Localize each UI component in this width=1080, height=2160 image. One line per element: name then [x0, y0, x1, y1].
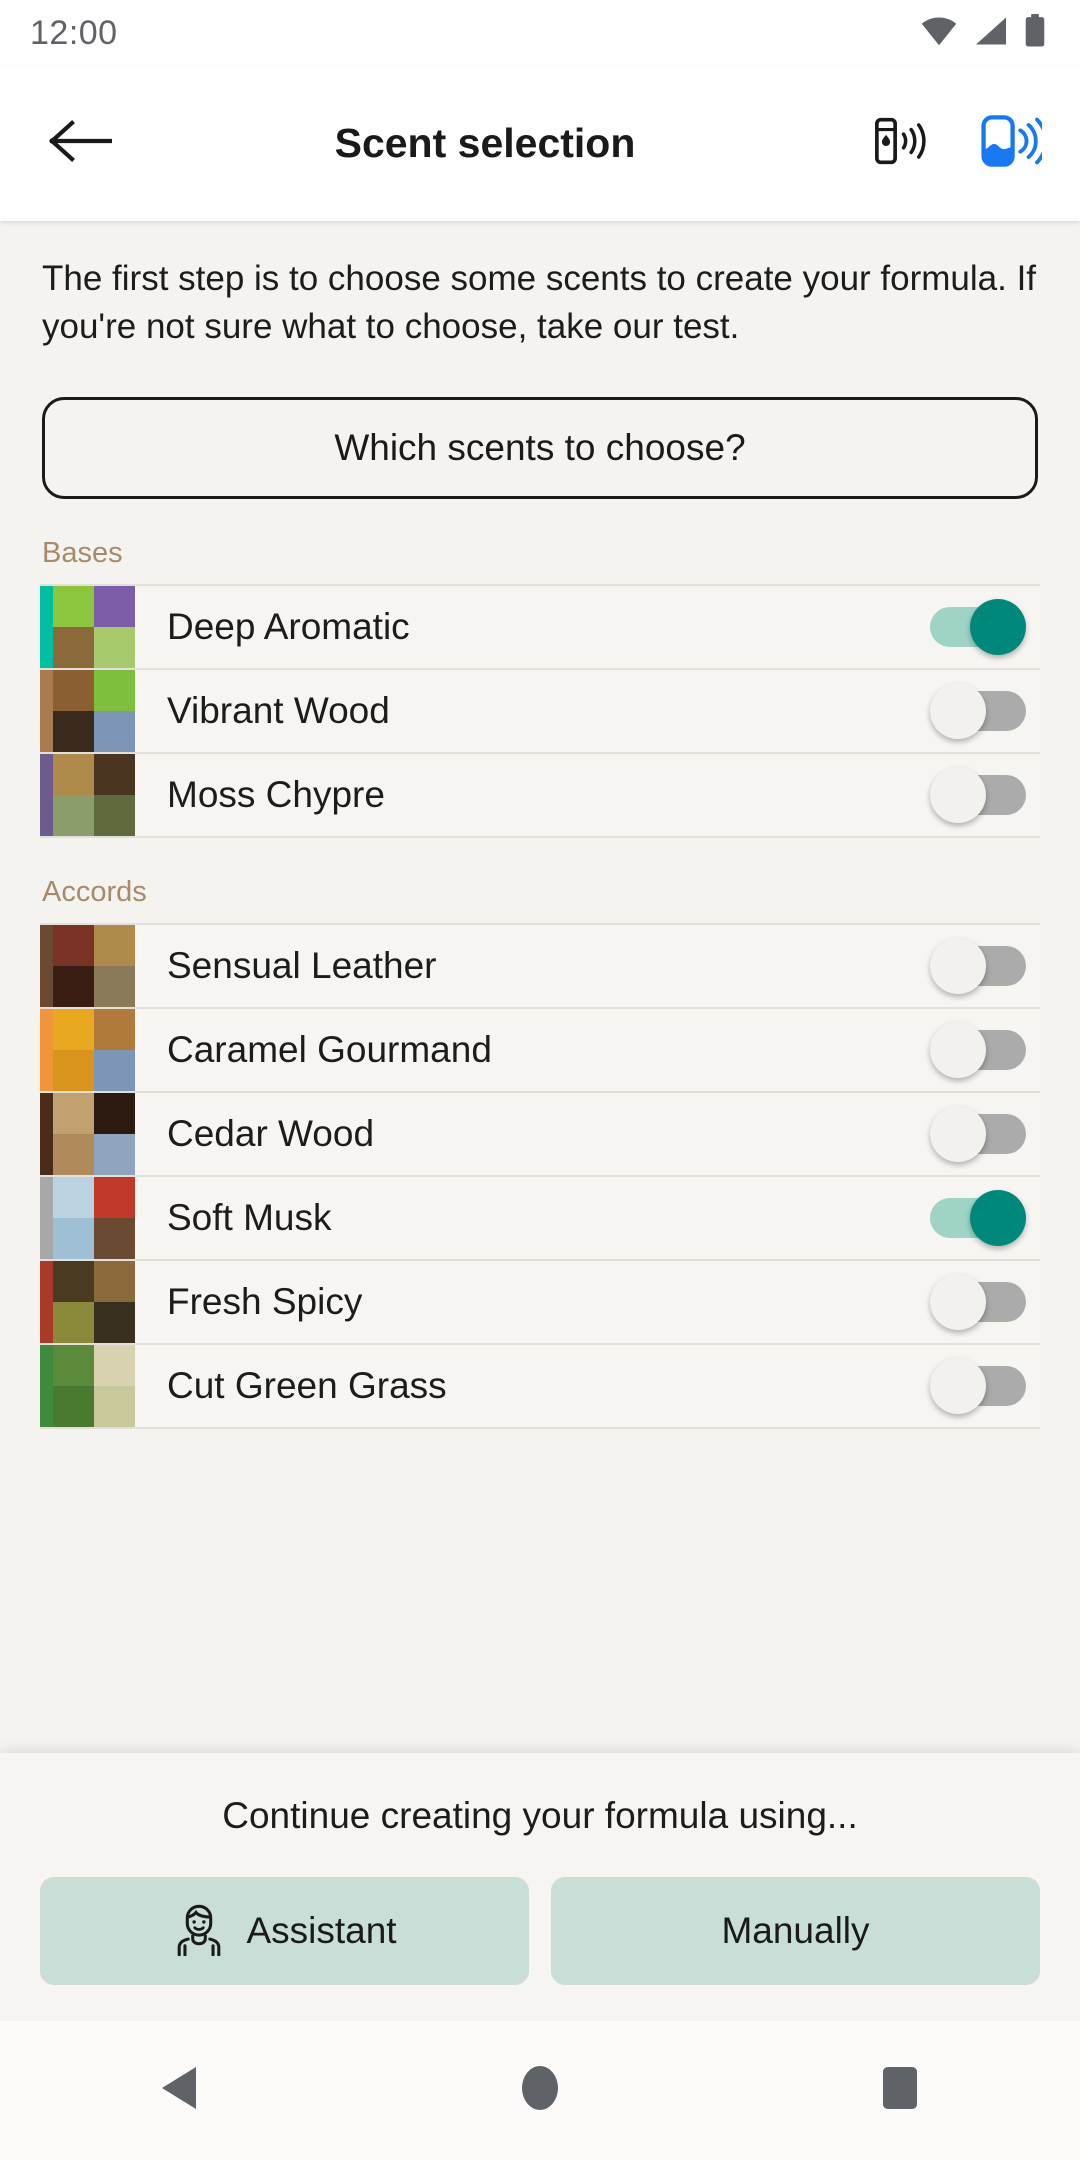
manually-button[interactable]: Manually — [551, 1877, 1040, 1985]
scent-name: Vibrant Wood — [167, 690, 390, 732]
scent-toggle[interactable] — [930, 1358, 1026, 1415]
scent-name: Cedar Wood — [167, 1113, 375, 1155]
status-icons — [920, 13, 1046, 53]
scent-thumbnail — [53, 1093, 135, 1176]
back-button[interactable] — [40, 104, 120, 184]
which-scents-button[interactable]: Which scents to choose? — [42, 397, 1038, 500]
assistant-button-label: Assistant — [246, 1910, 397, 1951]
scent-row[interactable]: Sensual Leather — [40, 923, 1040, 1010]
recents-nav-icon — [881, 2065, 919, 2116]
scent-row[interactable]: Vibrant Wood — [40, 668, 1040, 755]
scent-name: Caramel Gourmand — [167, 1029, 492, 1071]
assistant-person-icon — [172, 1898, 226, 1965]
accent-bar — [40, 1261, 53, 1344]
nav-back-button[interactable] — [120, 2031, 240, 2151]
scent-thumbnail — [53, 754, 135, 837]
scent-name: Sensual Leather — [167, 945, 437, 987]
scent-thumbnail — [53, 1177, 135, 1260]
scent-list-accords: Sensual Leather Caramel Gourmand Cedar W… — [0, 923, 1080, 1430]
app-bar: Scent selection — [0, 66, 1080, 221]
scent-toggle[interactable] — [930, 1022, 1026, 1079]
scent-name: Deep Aromatic — [167, 606, 410, 648]
android-nav-bar — [0, 2021, 1080, 2160]
scent-row[interactable]: Caramel Gourmand — [40, 1007, 1040, 1094]
scent-name: Cut Green Grass — [167, 1365, 447, 1407]
status-bar: 12:00 — [0, 0, 1080, 66]
bottom-sheet-title: Continue creating your formula using... — [222, 1795, 858, 1836]
back-arrow-icon — [48, 117, 113, 170]
section-label-bases: Bases — [42, 537, 123, 570]
scent-toggle[interactable] — [930, 1190, 1026, 1247]
nav-home-button[interactable] — [480, 2031, 600, 2151]
scent-device-connected-button[interactable] — [966, 102, 1050, 186]
diffuser-device-icon — [870, 113, 934, 174]
accent-bar — [40, 754, 53, 837]
accent-bar — [40, 586, 53, 669]
back-nav-icon — [158, 2065, 202, 2116]
bottom-action-sheet: Continue creating your formula using... … — [0, 1753, 1080, 2021]
scent-row[interactable]: Moss Chypre — [40, 752, 1040, 839]
scent-row[interactable]: Deep Aromatic — [40, 584, 1040, 671]
bottom-sheet-actions: Assistant Manually — [0, 1877, 1080, 1985]
accent-bar — [40, 670, 53, 753]
diffuser-device-button[interactable] — [860, 102, 944, 186]
scent-thumbnail — [53, 586, 135, 669]
scent-row[interactable]: Fresh Spicy — [40, 1259, 1040, 1346]
status-clock: 12:00 — [30, 13, 118, 52]
scent-toggle[interactable] — [930, 1274, 1026, 1331]
scent-thumbnail — [53, 925, 135, 1008]
scent-row[interactable]: Cut Green Grass — [40, 1343, 1040, 1430]
nav-recents-button[interactable] — [840, 2031, 960, 2151]
scent-thumbnail — [53, 1009, 135, 1092]
scent-row[interactable]: Cedar Wood — [40, 1091, 1040, 1178]
scent-toggle[interactable] — [930, 1106, 1026, 1163]
scent-toggle[interactable] — [930, 767, 1026, 824]
scent-row[interactable]: Soft Musk — [40, 1175, 1040, 1262]
battery-icon — [1024, 13, 1046, 53]
accent-bar — [40, 1345, 53, 1428]
scent-device-connected-icon — [974, 112, 1048, 175]
scent-toggle[interactable] — [930, 938, 1026, 995]
cellular-signal-icon — [974, 16, 1008, 51]
wifi-icon — [920, 16, 958, 51]
scent-name: Fresh Spicy — [167, 1281, 363, 1323]
scent-toggle[interactable] — [930, 599, 1026, 656]
accent-bar — [40, 1177, 53, 1260]
manually-button-label: Manually — [721, 1910, 870, 1951]
scent-thumbnail — [53, 1261, 135, 1344]
accent-bar — [40, 1009, 53, 1092]
intro-text: The first step is to choose some scents … — [42, 259, 1037, 346]
scent-thumbnail — [53, 1345, 135, 1428]
app-bar-actions — [860, 102, 1050, 186]
section-label-accords: Accords — [42, 876, 147, 909]
scent-toggle[interactable] — [930, 683, 1026, 740]
assistant-button[interactable]: Assistant — [40, 1877, 529, 1985]
scent-name: Moss Chypre — [167, 774, 385, 816]
page-title: Scent selection — [334, 120, 636, 166]
scent-name: Soft Musk — [167, 1197, 332, 1239]
accent-bar — [40, 1093, 53, 1176]
scent-thumbnail — [53, 670, 135, 753]
home-nav-icon — [520, 2065, 560, 2116]
accent-bar — [40, 925, 53, 1008]
scent-list-bases: Deep Aromatic Vibrant Wood Moss Chypre — [0, 584, 1080, 839]
